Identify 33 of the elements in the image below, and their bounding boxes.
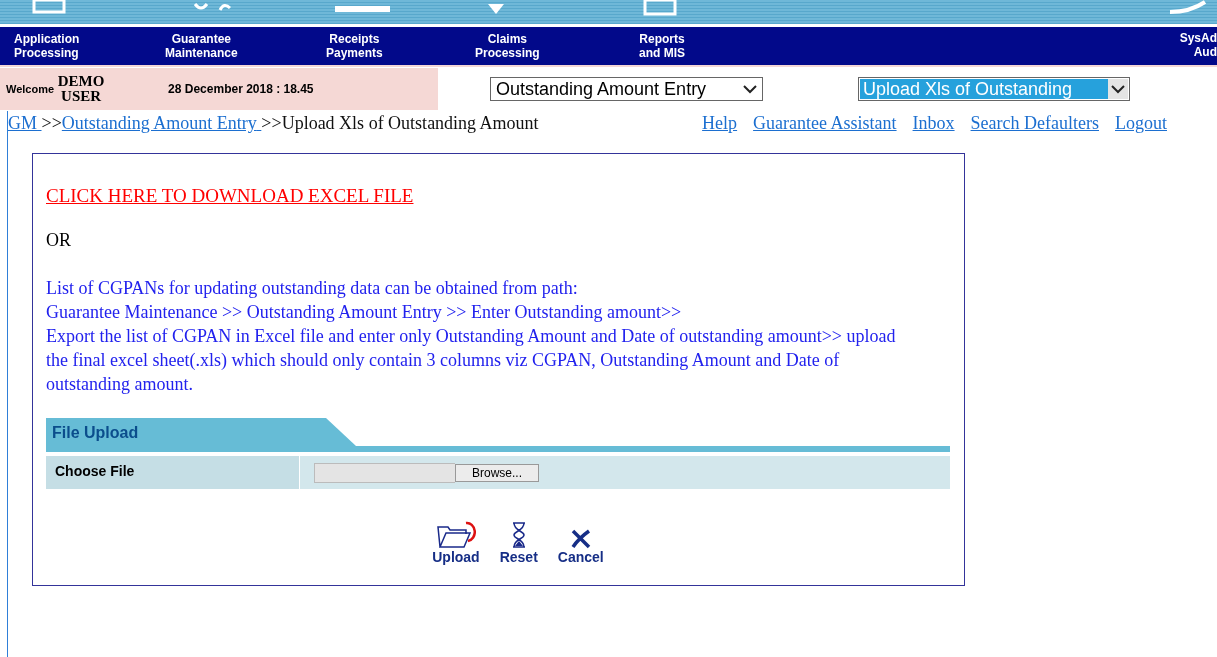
header-link[interactable]: Logout <box>1115 113 1167 134</box>
menu-dropdown[interactable]: Outstanding Amount Entry <box>490 77 763 101</box>
or-text: OR <box>46 230 72 251</box>
instructions-text: List of CGPANs for updating outstanding data can be obtained from path: Guarantee Maintenance >> Outstanding Amount Entry >> Enter Outstanding amount>> Export the list of CGPAN in Excel file and enter only Outstanding Amount and Date of outstanding amount>> upload the final excel sheet(.xls) which should only contain 3 columns viz CGPAN, Outstanding Amount and Date of outstanding amount. <box>46 277 897 396</box>
menu-item[interactable]: SysAd Aud <box>1066 31 1217 59</box>
chevron-down-icon <box>1110 84 1126 94</box>
menu-item[interactable]: Claims Processing <box>475 32 540 60</box>
download-link[interactable]: CLICK HERE TO DOWNLOAD EXCEL FILE <box>46 185 414 206</box>
folder-icon <box>435 521 476 549</box>
field-label: Choose File <box>46 456 299 489</box>
close-icon <box>569 529 592 549</box>
menu-item[interactable]: Reports and MIS <box>639 32 685 60</box>
chevron-down-icon <box>742 84 758 94</box>
reset-button[interactable]: Reset <box>499 521 538 565</box>
menu-item[interactable]: Guarantee Maintenance <box>165 32 238 60</box>
file-path-field[interactable] <box>314 462 455 483</box>
breadcrumb-link[interactable]: Outstanding Amount Entry <box>61 113 262 133</box>
hourglass-icon <box>510 521 527 549</box>
header-link[interactable]: Search Defaulters <box>970 113 1099 134</box>
menu-item[interactable]: Receipts Payments <box>326 32 383 60</box>
breadcrumb-separator: >> <box>41 113 62 133</box>
date-time: 28 December 2018 : 18.45 <box>168 82 314 96</box>
welcome-label: Welcome <box>6 83 55 95</box>
browse-button[interactable]: Browse... <box>455 463 539 482</box>
header-link[interactable]: Guarantee Assistant <box>753 113 897 134</box>
header-link[interactable]: Help <box>702 113 738 134</box>
breadcrumb-link[interactable]: GM <box>8 113 42 133</box>
menu-item[interactable]: Application Processing <box>14 32 80 60</box>
header-link[interactable]: Inbox <box>912 113 955 134</box>
upload-button[interactable]: Upload <box>432 521 480 565</box>
breadcrumb: GM >>Outstanding Amount Entry >>Upload Xls of Outstanding Amount <box>8 112 540 135</box>
cancel-button[interactable]: Cancel <box>557 529 604 565</box>
user-name: DEMO USER <box>56 74 106 104</box>
